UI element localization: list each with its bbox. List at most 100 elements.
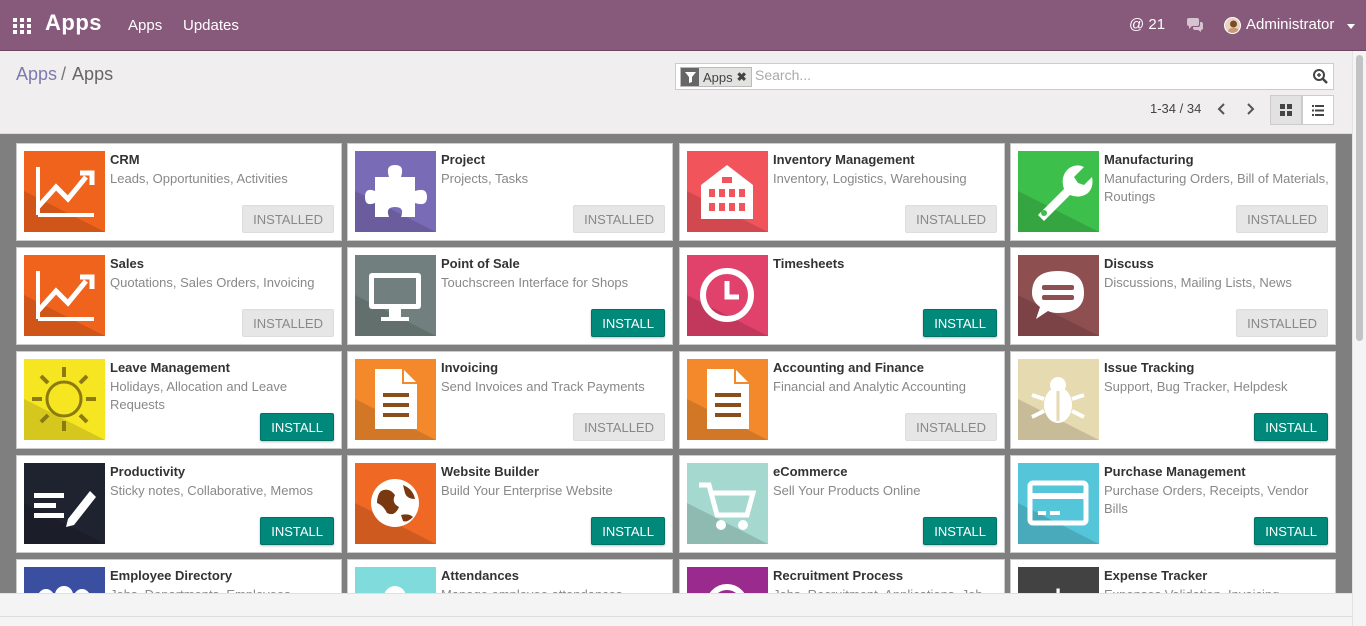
app-title: Employee Directory (110, 568, 233, 583)
svg-text:$: $ (1044, 583, 1072, 593)
cart-icon (687, 463, 768, 544)
app-title: Timesheets (773, 256, 845, 271)
app-title: Manufacturing (1104, 152, 1194, 167)
installed-badge: INSTALLED (242, 309, 334, 337)
app-card-attendances[interactable]: Attendances Manage employee attendances (347, 559, 673, 593)
app-summary: Jobs, Recruitment, Applications, Job (773, 586, 998, 593)
monitor-icon (355, 255, 436, 336)
app-summary: Expenses Validation, Invoicing (1104, 586, 1329, 593)
vertical-scrollbar[interactable] (1352, 51, 1366, 626)
search-person-icon (687, 567, 768, 593)
app-card-productivity[interactable]: Productivity Sticky notes, Collaborative,… (16, 455, 342, 553)
install-button[interactable]: INSTALL (923, 517, 997, 545)
app-card-website-builder[interactable]: Website Builder Build Your Enterprise Web… (347, 455, 673, 553)
app-title: Issue Tracking (1104, 360, 1195, 375)
app-card-leave-management[interactable]: Leave Management Holidays, Allocation and… (16, 351, 342, 449)
wrench-icon (1018, 151, 1099, 232)
app-card-employee-directory[interactable]: Employee Directory Jobs, Departments, Emp… (16, 559, 342, 593)
people-icon (24, 567, 105, 593)
remove-facet-icon[interactable]: ✖ (737, 70, 747, 84)
app-card-crm[interactable]: CRM Leads, Opportunities, Activities INSTA… (16, 143, 342, 241)
app-summary: Discussions, Mailing Lists, News (1104, 275, 1292, 290)
app-card-expense-tracker[interactable]: $ Expense Tracker Expenses Validation, Inv… (1010, 559, 1336, 593)
app-summary: Manufacturing Orders, Bill of Materials,… (1104, 171, 1329, 204)
pager-value[interactable]: 1-34 / 34 (1150, 101, 1201, 116)
app-title: Attendances (441, 568, 520, 583)
user-avatar[interactable] (1224, 17, 1241, 34)
install-button[interactable]: INSTALL (1254, 413, 1328, 441)
app-card-accounting-and-finance[interactable]: Accounting and Finance Financial and Anal… (679, 351, 1005, 449)
app-title: Discuss (1104, 256, 1154, 271)
app-card-purchase-management[interactable]: Purchase Management Purchase Orders, Rece… (1010, 455, 1336, 553)
search-box[interactable]: Apps ✖ (675, 63, 1334, 90)
chat-bubble-icon (1018, 255, 1099, 336)
installed-badge: INSTALLED (242, 205, 334, 233)
app-title: Productivity (110, 464, 186, 479)
mentions-counter[interactable]: @ 21 (1129, 16, 1165, 33)
app-summary: Sell Your Products Online (773, 483, 921, 498)
installed-badge: INSTALLED (1236, 205, 1328, 233)
app-card-point-of-sale[interactable]: Point of Sale Touchscreen Interface for S… (347, 247, 673, 345)
control-panel: Apps/Apps Apps ✖ 1-34 / 34 (0, 51, 1352, 134)
install-button[interactable]: INSTALL (260, 517, 334, 545)
breadcrumb-parent[interactable]: Apps (16, 64, 57, 84)
app-card-ecommerce[interactable]: eCommerce Sell Your Products Online INSTAL… (679, 455, 1005, 553)
installed-badge: INSTALLED (905, 413, 997, 441)
app-title: Apps (45, 10, 102, 35)
app-card-invoicing[interactable]: Invoicing Send Invoices and Track Payment… (347, 351, 673, 449)
app-card-manufacturing[interactable]: Manufacturing Manufacturing Orders, Bill … (1010, 143, 1336, 241)
breadcrumb: Apps / Apps (16, 64, 113, 85)
app-title: Expense Tracker (1104, 568, 1208, 583)
kanban-view-icon[interactable] (1270, 95, 1302, 125)
puzzle-icon (355, 151, 436, 232)
search-icon[interactable] (1312, 68, 1329, 85)
app-card-sales[interactable]: Sales Quotations, Sales Orders, Invoicing… (16, 247, 342, 345)
app-card-project[interactable]: Project Projects, Tasks INSTALLED (347, 143, 673, 241)
app-title: Website Builder (441, 464, 540, 479)
chat-icon[interactable] (1186, 18, 1204, 33)
search-facet: Apps ✖ (680, 67, 752, 87)
app-title: Purchase Management (1104, 464, 1246, 479)
installed-badge: INSTALLED (573, 205, 665, 233)
app-title: Accounting and Finance (773, 360, 924, 375)
installed-badge: INSTALLED (905, 205, 997, 233)
notes-pen-icon (24, 463, 105, 544)
app-card-discuss[interactable]: Discuss Discussions, Mailing Lists, News I… (1010, 247, 1336, 345)
install-button[interactable]: INSTALL (260, 413, 334, 441)
install-button[interactable]: INSTALL (591, 309, 665, 337)
app-card-issue-tracking[interactable]: Issue Tracking Support, Bug Tracker, Help… (1010, 351, 1336, 449)
top-navbar: Apps Apps Updates @ 21 Administrator (0, 0, 1366, 51)
app-summary: Sticky notes, Collaborative, Memos (110, 483, 314, 498)
app-card-recruitment-process[interactable]: Recruitment Process Jobs, Recruitment, Ap… (679, 559, 1005, 593)
app-summary: Inventory, Logistics, Warehousing (773, 171, 967, 186)
list-view-icon[interactable] (1302, 95, 1334, 125)
bug-icon (1018, 359, 1099, 440)
app-summary: Quotations, Sales Orders, Invoicing (110, 275, 315, 290)
app-summary: Leads, Opportunities, Activities (110, 171, 288, 186)
sun-icon (24, 359, 105, 440)
person-icon (355, 567, 436, 593)
chart-trend-icon (24, 151, 105, 232)
install-button[interactable]: INSTALL (1254, 517, 1328, 545)
user-menu[interactable]: Administrator (1246, 16, 1334, 33)
app-summary: Support, Bug Tracker, Helpdesk (1104, 379, 1288, 394)
app-summary: Projects, Tasks (441, 171, 529, 186)
app-title: Project (441, 152, 486, 167)
install-button[interactable]: INSTALL (923, 309, 997, 337)
nav-apps[interactable]: Apps (128, 17, 162, 34)
app-menu-grid-icon[interactable] (13, 18, 31, 34)
app-card-inventory-management[interactable]: Inventory Management Inventory, Logistics… (679, 143, 1005, 241)
app-title: CRM (110, 152, 140, 167)
app-title: Inventory Management (773, 152, 915, 167)
pager-next-icon[interactable] (1236, 95, 1264, 123)
user-menu-caret-icon[interactable] (1347, 24, 1355, 29)
credit-card-icon (1018, 463, 1099, 544)
search-input[interactable] (755, 67, 1305, 83)
nav-updates[interactable]: Updates (183, 17, 239, 34)
pager-previous-icon[interactable] (1208, 95, 1236, 123)
scrollbar-thumb[interactable] (1356, 55, 1363, 341)
app-card-timesheets[interactable]: Timesheets INSTALL (679, 247, 1005, 345)
install-button[interactable]: INSTALL (591, 517, 665, 545)
app-summary: Jobs, Departments, Employees (110, 586, 335, 593)
document-icon (355, 359, 436, 440)
